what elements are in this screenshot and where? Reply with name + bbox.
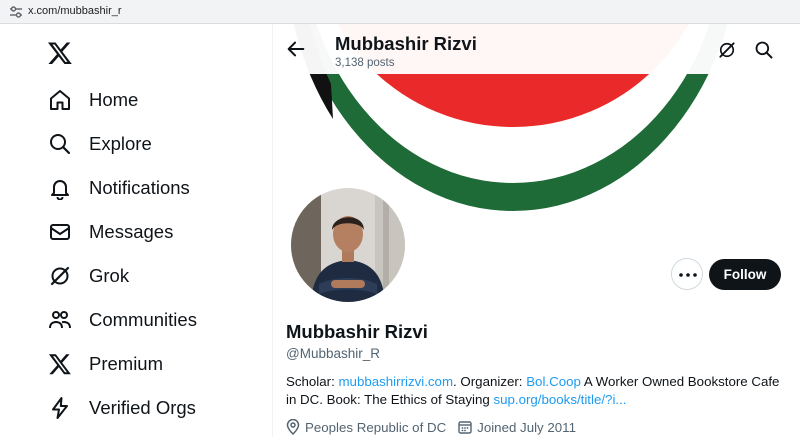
location: Peoples Republic of DC (286, 419, 446, 435)
location-text: Peoples Republic of DC (305, 419, 447, 435)
follow-button[interactable]: Follow (709, 259, 781, 290)
join-date-text: Joined July 2011 (477, 419, 576, 435)
sidebar-item-communities[interactable]: Communities (48, 305, 197, 335)
grok-icon (50, 266, 70, 286)
sidebar: Home Explore Notifications Messages Grok (0, 24, 272, 437)
search-icon[interactable] (754, 40, 774, 60)
join-date: Joined July 2011 (458, 420, 576, 435)
sidebar-item-label: Messages (89, 221, 174, 242)
sidebar-item-notifications[interactable]: Notifications (48, 173, 190, 203)
more-horizontal-icon (679, 273, 697, 277)
display-name: Mubbashir Rizvi (286, 321, 428, 342)
avatar-photo (291, 188, 405, 302)
x-logo-icon (48, 354, 71, 375)
bio-link-website[interactable]: mubbashirrizvi.com (338, 374, 453, 389)
handle: @Mubbashir_R (286, 346, 380, 361)
sidebar-item-label: Home (89, 89, 139, 110)
profile-column: Mubbashir Rizvi 3,138 posts Follow Mubba… (273, 24, 800, 437)
browser-address-bar: x.com/mubbashir_r (0, 0, 800, 24)
bio-link-bolcoop[interactable]: Bol.Coop (526, 374, 581, 389)
bio-text: Scholar: (286, 374, 339, 389)
sidebar-item-label: Notifications (89, 177, 190, 198)
profile-header: Mubbashir Rizvi 3,138 posts (273, 24, 800, 74)
location-pin-icon (286, 419, 300, 435)
x-logo-icon[interactable] (47, 40, 73, 66)
sidebar-item-label: Grok (89, 265, 130, 286)
bio-link-book[interactable]: sup.org/books/title/?i... (493, 392, 626, 407)
sidebar-item-label: Explore (89, 133, 152, 154)
lightning-icon (52, 397, 68, 419)
sidebar-item-messages[interactable]: Messages (48, 217, 173, 247)
sidebar-item-grok[interactable]: Grok (48, 261, 129, 291)
envelope-icon (50, 224, 70, 240)
profile-meta: Peoples Republic of DC Joined July 2011 (286, 418, 588, 436)
sidebar-item-verified-orgs[interactable]: Verified Orgs (48, 393, 196, 423)
more-options-button[interactable] (671, 258, 703, 290)
avatar[interactable] (288, 185, 408, 305)
sidebar-item-label: Communities (89, 309, 197, 330)
sidebar-item-explore[interactable]: Explore (48, 129, 152, 159)
sidebar-item-label: Premium (89, 353, 164, 374)
posts-count: 3,138 posts (335, 57, 395, 69)
profile-bio: Scholar: mubbashirrizvi.com. Organizer: … (286, 373, 786, 409)
tune-icon[interactable] (9, 5, 23, 19)
bio-text: . Organizer: (453, 374, 527, 389)
sidebar-item-label: Verified Orgs (89, 397, 196, 418)
sidebar-item-home[interactable]: Home (48, 85, 138, 115)
sidebar-item-premium[interactable]: Premium (48, 349, 163, 379)
people-icon (49, 311, 71, 329)
search-icon (50, 134, 71, 155)
grok-icon[interactable] (717, 40, 737, 60)
calendar-icon (458, 421, 472, 434)
url-text[interactable]: x.com/mubbashir_r (28, 5, 122, 17)
header-name: Mubbashir Rizvi (335, 33, 477, 54)
bell-icon (51, 180, 69, 200)
arrow-left-icon[interactable] (285, 38, 307, 60)
home-icon (50, 90, 70, 110)
